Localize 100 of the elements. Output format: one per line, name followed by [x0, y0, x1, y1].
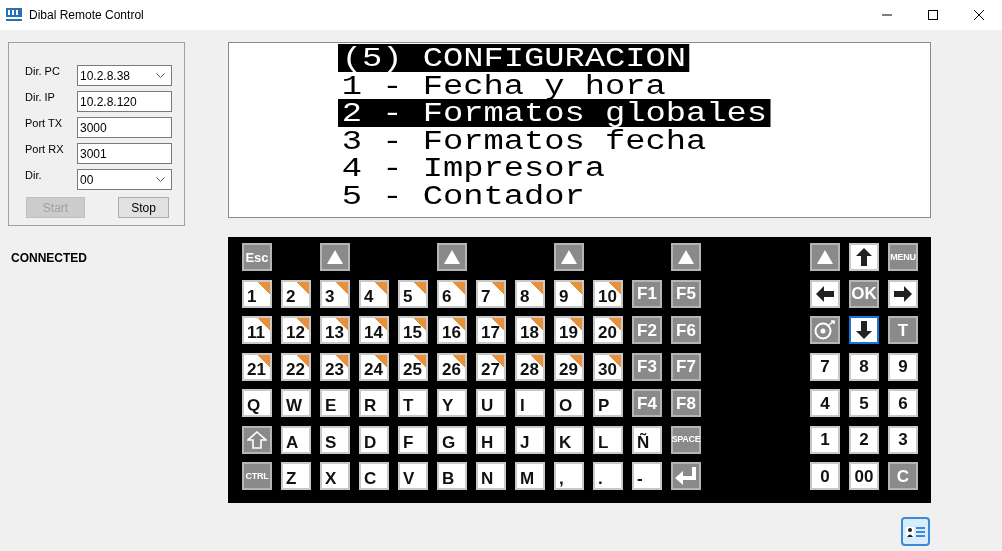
- connection-status: CONNECTED: [11, 251, 88, 265]
- keyboard-key[interactable]: 8: [849, 352, 879, 381]
- keyboard-key[interactable]: 25: [398, 352, 428, 381]
- maximize-icon[interactable]: [928, 10, 938, 20]
- keyboard-key[interactable]: 17: [476, 316, 506, 344]
- keyboard-key[interactable]: P: [593, 389, 623, 417]
- keyboard-key[interactable]: D: [359, 425, 389, 454]
- stop-button[interactable]: Stop: [118, 197, 169, 218]
- keyboard-key[interactable]: L: [593, 425, 623, 454]
- keyboard-key[interactable]: 0: [810, 462, 840, 490]
- keyboard-key[interactable]: F: [398, 425, 428, 454]
- keyboard-key[interactable]: U: [476, 389, 506, 417]
- chevron-down-icon: [156, 72, 165, 79]
- triangle-up-icon: [677, 249, 695, 265]
- keyboard-key[interactable]: 2: [849, 425, 879, 454]
- keyboard-key[interactable]: S: [320, 425, 350, 454]
- keyboard-key[interactable]: K: [554, 425, 584, 454]
- keyboard-key[interactable]: -: [632, 462, 662, 490]
- keyboard-key[interactable]: I: [515, 389, 545, 417]
- keyboard-key[interactable]: 24: [359, 352, 389, 381]
- keyboard-key[interactable]: W: [281, 389, 311, 417]
- keyboard-key[interactable]: Ñ: [632, 425, 662, 454]
- keyboard-key[interactable]: .: [593, 462, 623, 490]
- keyboard-key[interactable]: R: [359, 389, 389, 417]
- keyboard-key[interactable]: 27: [476, 352, 506, 381]
- keyboard-key[interactable]: T: [398, 389, 428, 417]
- icon-key[interactable]: [888, 279, 918, 308]
- keyboard-key[interactable]: 5: [398, 279, 428, 308]
- keyboard-key[interactable]: 1: [242, 279, 272, 308]
- keyboard-key[interactable]: 9: [888, 352, 918, 381]
- keyboard-key[interactable]: B: [437, 462, 467, 490]
- keyboard-key[interactable]: 30: [593, 352, 623, 381]
- keyboard-key[interactable]: 23: [320, 352, 350, 381]
- window-title: Dibal Remote Control: [29, 8, 144, 22]
- icon-key[interactable]: [242, 425, 272, 454]
- keyboard-key[interactable]: M: [515, 462, 545, 490]
- keyboard-key[interactable]: J: [515, 425, 545, 454]
- triangle-up-icon: [816, 249, 834, 265]
- icon-key[interactable]: [810, 279, 840, 308]
- keyboard-key[interactable]: 8: [515, 279, 545, 308]
- close-icon[interactable]: [974, 10, 984, 20]
- keyboard-key[interactable]: ,: [554, 462, 584, 490]
- keyboard-key[interactable]: C: [359, 462, 389, 490]
- contact-card-icon[interactable]: [900, 516, 931, 547]
- menu-line: 5 - Contador: [340, 181, 585, 209]
- keyboard-key[interactable]: 4: [810, 389, 840, 417]
- input-field[interactable]: 10.2.8.120: [77, 91, 172, 112]
- keyboard-key[interactable]: 3: [320, 279, 350, 308]
- dropdown-field[interactable]: 00: [77, 169, 172, 190]
- keyboard-key[interactable]: 2: [281, 279, 311, 308]
- keyboard-key[interactable]: 15: [398, 316, 428, 344]
- keyboard-key[interactable]: 5: [849, 389, 879, 417]
- keyboard-key[interactable]: H: [476, 425, 506, 454]
- keyboard-key[interactable]: E: [320, 389, 350, 417]
- icon-key[interactable]: [849, 243, 879, 271]
- keyboard-key[interactable]: 16: [437, 316, 467, 344]
- keyboard-key[interactable]: 10: [593, 279, 623, 308]
- dropdown-field[interactable]: 10.2.8.38: [77, 65, 172, 86]
- icon-key[interactable]: [849, 316, 879, 344]
- keyboard-key[interactable]: 28: [515, 352, 545, 381]
- triangle-up-icon: [443, 249, 461, 265]
- keyboard-key[interactable]: A: [281, 425, 311, 454]
- keyboard-key[interactable]: N: [476, 462, 506, 490]
- arrow-right-icon: [894, 285, 912, 302]
- keyboard-key[interactable]: 1: [810, 425, 840, 454]
- keyboard-key[interactable]: Q: [242, 389, 272, 417]
- keyboard-key[interactable]: 3: [888, 425, 918, 454]
- input-field[interactable]: 3001: [77, 143, 172, 164]
- keyboard-key[interactable]: 7: [476, 279, 506, 308]
- keyboard-key[interactable]: V: [398, 462, 428, 490]
- triangle-up-icon: [560, 249, 578, 265]
- keyboard-key[interactable]: 20: [593, 316, 623, 344]
- keyboard-key[interactable]: 6: [437, 279, 467, 308]
- keyboard-key[interactable]: 19: [554, 316, 584, 344]
- keyboard-key[interactable]: 00: [849, 462, 879, 490]
- keyboard-key[interactable]: 11: [242, 316, 272, 344]
- keyboard-key[interactable]: Y: [437, 389, 467, 417]
- keyboard-key[interactable]: 12: [281, 316, 311, 344]
- input-field[interactable]: 3000: [77, 117, 172, 138]
- keyboard-key[interactable]: 6: [888, 389, 918, 417]
- keyboard-key[interactable]: 22: [281, 352, 311, 381]
- field-label: Dir. PC: [25, 65, 61, 77]
- keyboard-key[interactable]: 14: [359, 316, 389, 344]
- menu-line: 1 - Fecha y hora: [340, 71, 666, 99]
- keyboard-key[interactable]: 4: [359, 279, 389, 308]
- keyboard-key[interactable]: 13: [320, 316, 350, 344]
- keyboard-key[interactable]: 26: [437, 352, 467, 381]
- keyboard-key[interactable]: 18: [515, 316, 545, 344]
- target-icon: [814, 320, 836, 340]
- keyboard-key[interactable]: G: [437, 425, 467, 454]
- keyboard-key[interactable]: Z: [281, 462, 311, 490]
- menu-line: 4 - Impresora: [340, 154, 607, 182]
- keyboard-key[interactable]: 29: [554, 352, 584, 381]
- keyboard-key[interactable]: 9: [554, 279, 584, 308]
- keyboard-key[interactable]: 7: [810, 352, 840, 381]
- keyboard-key[interactable]: O: [554, 389, 584, 417]
- field-label: Port TX: [25, 117, 64, 129]
- chevron-down-icon: [156, 176, 165, 183]
- keyboard-key[interactable]: X: [320, 462, 350, 490]
- keyboard-key[interactable]: 21: [242, 352, 272, 381]
